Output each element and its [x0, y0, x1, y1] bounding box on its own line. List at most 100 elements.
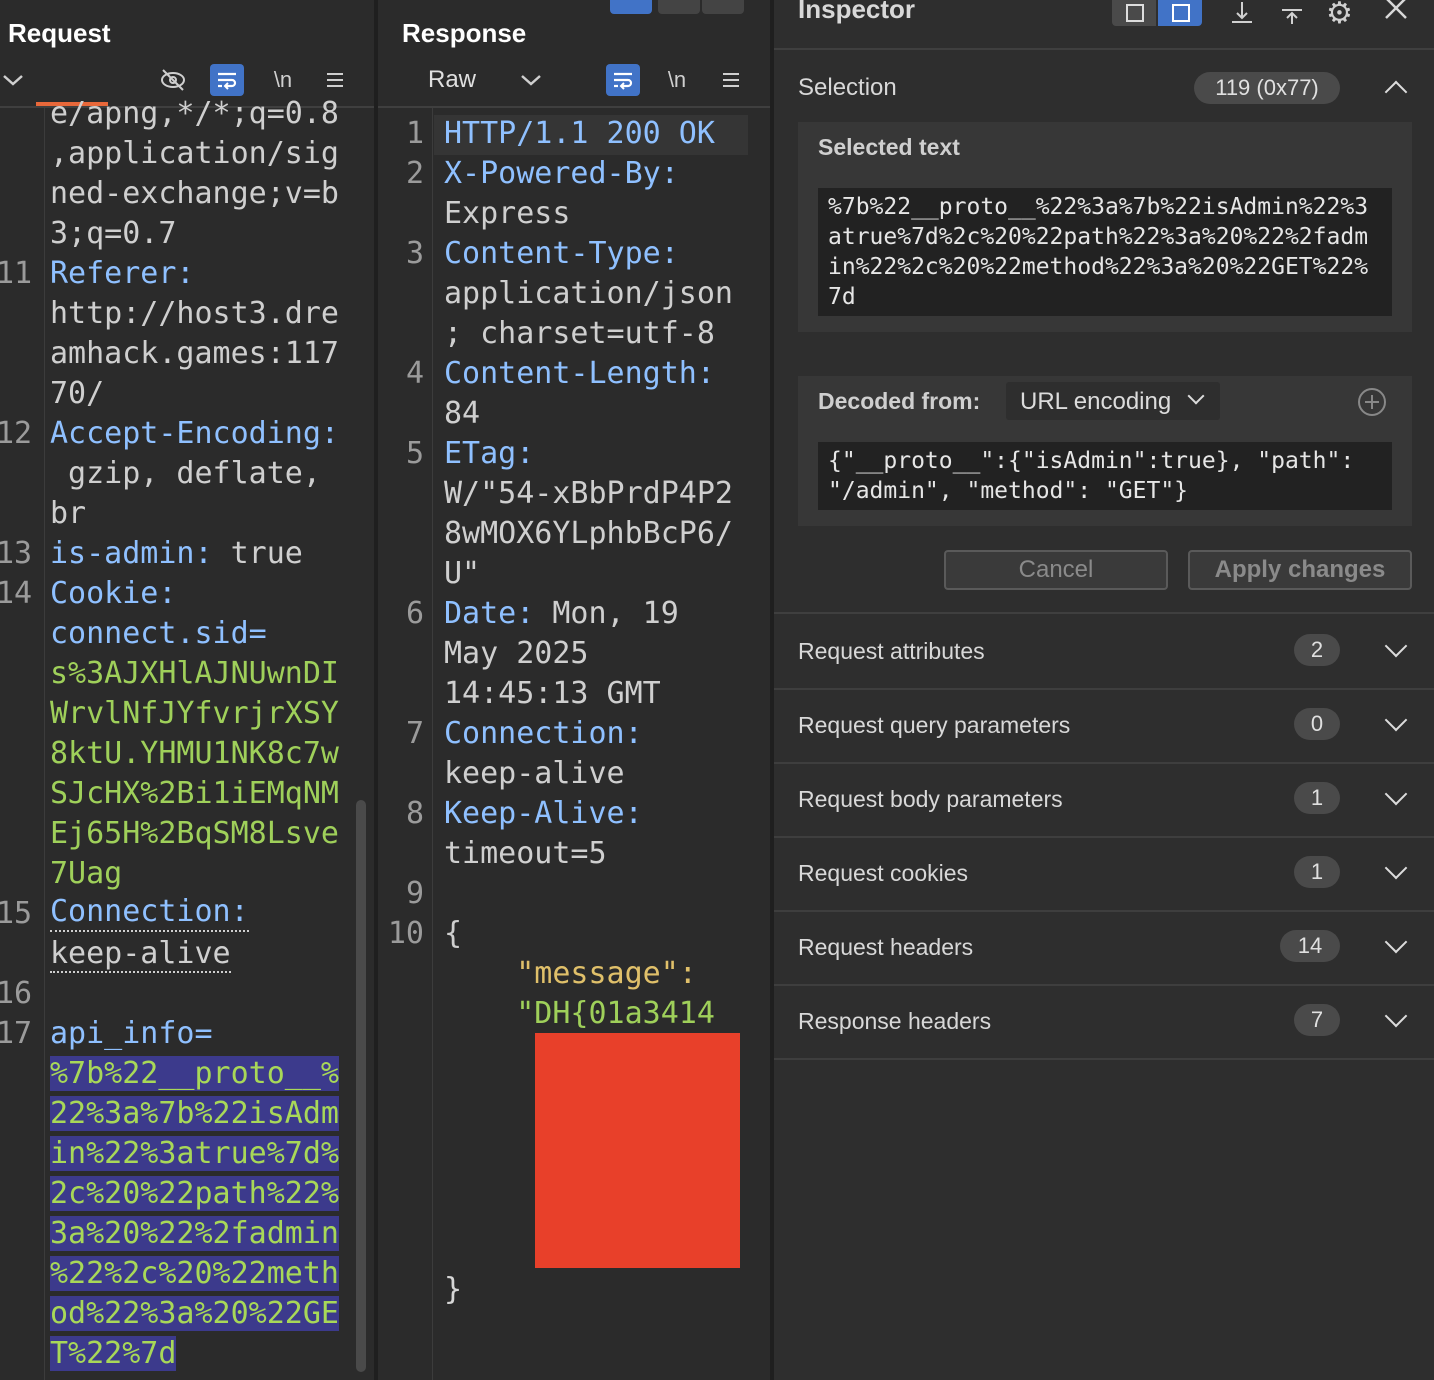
request-scrollbar[interactable] — [356, 800, 366, 1372]
line-number: 11 — [0, 256, 33, 291]
code-line: Connection: — [50, 894, 249, 932]
toolbar-separator — [378, 106, 770, 108]
selected-param-value: 22%3a%7b%22isAdm — [50, 1096, 339, 1131]
inspector-section-row[interactable]: Request query parameters 0 — [774, 688, 1434, 764]
param-name: api_info= — [50, 1016, 213, 1051]
newline-toggle[interactable]: \n — [662, 64, 692, 96]
wrap-lines-icon[interactable] — [210, 64, 244, 96]
code-line: connect.sid= — [50, 614, 267, 654]
collapse-all-icon[interactable] — [1278, 0, 1306, 31]
code-line: timeout=5 — [444, 834, 607, 874]
layout-split-icon[interactable] — [610, 0, 652, 14]
line-number: 4 — [405, 356, 424, 391]
header-value: amhack.games:117 — [50, 336, 339, 371]
header-value: http://host3.dre — [50, 296, 339, 331]
selected-param-value: in%22%3atrue%7d% — [50, 1136, 339, 1171]
selected-text-label: Selected text — [818, 134, 960, 160]
code-line: api_info= — [50, 1014, 213, 1054]
layout-horizontal-icon[interactable] — [658, 0, 700, 14]
line-number: 10 — [387, 916, 424, 951]
header-value: U" — [444, 556, 481, 591]
hamburger-menu-icon[interactable] — [718, 64, 744, 96]
selected-param-value: %22%2c%20%22meth — [50, 1256, 339, 1291]
inspector-section-row[interactable]: Response headers 7 — [774, 984, 1434, 1060]
code-line: { — [444, 914, 462, 954]
chevron-down-icon[interactable] — [1384, 1004, 1408, 1028]
line-number: 14 — [0, 576, 33, 611]
view-mode-chevron-icon[interactable] — [516, 64, 546, 96]
gear-icon[interactable]: ⚙ — [1326, 0, 1353, 31]
code-line: Keep-Alive: — [444, 794, 643, 834]
section-label: Request attributes — [798, 638, 985, 664]
inspector-section-row[interactable]: Request body parameters 1 — [774, 762, 1434, 838]
code-line: Cookie: — [50, 574, 176, 614]
code-line: "DH{01a3414 — [444, 994, 715, 1034]
header-value: application/json — [444, 276, 733, 311]
wrap-lines-icon[interactable] — [606, 64, 640, 96]
header-name: Referer: — [50, 256, 195, 291]
encoding-select[interactable]: URL encoding — [1006, 382, 1220, 420]
add-decoding-icon[interactable] — [1358, 388, 1386, 416]
section-label: Request headers — [798, 934, 974, 960]
chevron-down-icon[interactable] — [1384, 708, 1408, 732]
chevron-down-icon[interactable] — [1384, 856, 1408, 880]
code-line: 3;q=0.7 — [50, 214, 176, 254]
inspector-section-row[interactable]: Request cookies 1 — [774, 836, 1434, 912]
code-line: SJcHX%2Bi1iEMqNM — [50, 774, 339, 814]
cookie-value: SJcHX%2Bi1iEMqNM — [50, 776, 339, 811]
inspector-section-row[interactable]: Request attributes 2 — [774, 614, 1434, 690]
code-line: Content-Length: — [444, 354, 715, 394]
newline-toggle[interactable]: \n — [268, 64, 298, 96]
chevron-down-icon[interactable] — [1384, 930, 1408, 954]
decoded-panel: Decoded from: URL encoding {"__proto__":… — [798, 376, 1412, 526]
code-line: ; charset=utf-8 — [444, 314, 715, 354]
code-line: gzip, deflate, — [50, 454, 321, 494]
code-line: Referer: — [50, 254, 195, 294]
header-value: 70/ — [50, 376, 105, 411]
code-line: X-Powered-By: — [444, 154, 679, 194]
expand-all-icon[interactable] — [1228, 0, 1256, 31]
chevron-up-icon[interactable] — [1384, 80, 1408, 104]
eye-slash-icon[interactable] — [158, 64, 188, 96]
chevron-down-icon — [1187, 387, 1205, 405]
line-gutter — [44, 108, 45, 1380]
code-line: amhack.games:117 — [50, 334, 339, 374]
header-value: timeout=5 — [444, 836, 607, 871]
chevron-down-icon[interactable] — [1384, 634, 1408, 658]
decoded-text-box[interactable]: {"__proto__":{"isAdmin":true}, "path": "/… — [818, 442, 1392, 510]
header-name: ETag: — [444, 436, 535, 471]
inspector-section-row[interactable]: Request headers 14 — [774, 910, 1434, 986]
header-name: is-admin: — [50, 536, 213, 571]
cancel-button[interactable]: Cancel — [944, 550, 1168, 590]
dock-right-icon[interactable] — [1158, 0, 1202, 26]
header-value: May 2025 — [444, 636, 589, 671]
selected-text-box[interactable]: %7b%22__proto__%22%3a%7b%22isAdmin%22%3a… — [818, 188, 1392, 316]
dock-left-icon[interactable] — [1112, 0, 1156, 26]
hamburger-menu-icon[interactable] — [322, 64, 348, 96]
cookie-value: 8ktU.YHMU1NK8c7w — [50, 736, 339, 771]
chevron-down-icon[interactable] — [1384, 782, 1408, 806]
apply-changes-button[interactable]: Apply changes — [1188, 550, 1412, 590]
selected-text-line: atrue%7d%2c%20%22path%22%3a%20%22%2fadm — [828, 224, 1369, 250]
line-number: 3 — [405, 236, 424, 271]
collapse-chevron-icon[interactable] — [0, 64, 26, 96]
code-line: ,application/sig — [50, 134, 339, 174]
section-count-badge: 1 — [1294, 856, 1340, 888]
code-line: Ej65H%2BqSM8Lsve — [50, 814, 339, 854]
code-line: in%22%3atrue%7d% — [50, 1134, 339, 1174]
line-number: 5 — [405, 436, 424, 471]
section-count-badge: 7 — [1294, 1004, 1340, 1036]
code-line: "message": — [444, 954, 697, 994]
header-value: Mon, 19 — [534, 596, 679, 631]
request-pane: Request \n e/apng,*/*;q=0.8 ,application/… — [0, 0, 374, 1380]
line-number: 16 — [0, 976, 33, 1011]
selected-text-line: %7b%22__proto__%22%3a%7b%22isAdmin%22%3 — [828, 194, 1369, 220]
close-icon[interactable] — [1382, 0, 1410, 29]
view-mode-select[interactable]: Raw — [422, 64, 482, 96]
code-line: Connection: — [444, 714, 643, 754]
layout-single-icon[interactable] — [702, 0, 744, 14]
selected-text-line: in%22%2c%20%22method%22%3a%20%22GET%22% — [828, 254, 1369, 280]
selected-param-value: od%22%3a%20%22GE — [50, 1296, 339, 1331]
code-line: W/"54-xBbPrdP4P2 — [444, 474, 733, 514]
inspector-title: Inspector — [798, 0, 916, 24]
